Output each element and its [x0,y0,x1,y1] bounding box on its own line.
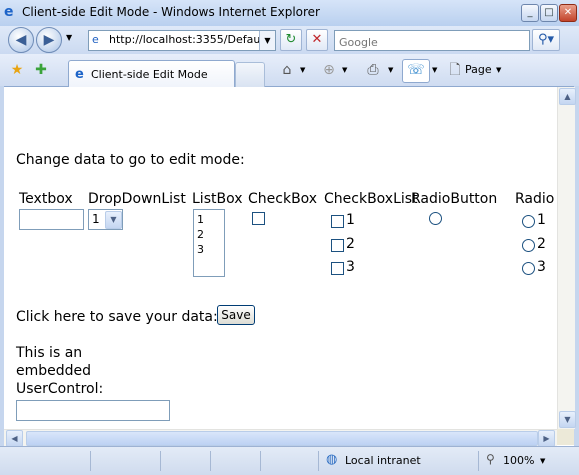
tab-client-side-edit-mode[interactable]: e Client-side Edit Mode [68,60,235,87]
dropdown-value: 1 [92,212,100,226]
ie-logo-icon: e [4,4,14,20]
refresh-button[interactable]: ↻ [280,29,302,51]
checkbox[interactable] [252,212,265,225]
radiolist-item-1-label: 1 [537,212,546,228]
connect-icon[interactable]: ☏ [402,59,430,83]
save-button[interactable]: Save [217,305,255,325]
checkboxlist-item-3-box[interactable] [331,262,344,275]
dropdownlist-select[interactable]: 1 ▼ [88,209,123,230]
checkboxlist-item-1-box[interactable] [331,215,344,228]
listbox-item[interactable]: 2 [197,227,204,242]
maximize-button[interactable]: □ [540,4,558,22]
save-prompt: Click here to save your data: [16,309,218,325]
vertical-scrollbar[interactable]: ▲ ▼ [557,87,576,429]
connect-dropdown-icon[interactable]: ▼ [432,66,437,74]
feeds-dropdown-icon[interactable]: ▼ [342,66,347,74]
radiolist-item-3-button[interactable] [522,262,535,275]
page-menu-label[interactable]: Page [465,63,492,76]
status-divider [478,451,479,471]
horizontal-scroll-thumb[interactable] [26,431,538,446]
page-dropdown-icon[interactable]: ▼ [496,66,501,74]
zoom-level[interactable]: 100% [503,454,534,467]
home-icon[interactable]: ⌂ [276,60,298,80]
tab-label: Client-side Edit Mode [91,68,208,81]
address-bar[interactable]: e http://localhost:3355/Default. ▼ [88,30,276,51]
radiolist-item-1-button[interactable] [522,215,535,228]
listbox-item[interactable]: 1 [197,212,204,227]
header-textbox: Textbox [19,191,73,207]
intranet-icon: ◍ [326,452,338,467]
forward-button[interactable]: ▶ [36,27,62,53]
status-divider [210,451,211,471]
search-button[interactable]: ⚲▾ [532,29,560,51]
header-radiobutton: RadioButton [411,191,498,207]
header-checkboxlist: CheckBoxList [324,191,418,207]
status-divider [260,451,261,471]
scroll-down-button[interactable]: ▼ [559,411,576,428]
favorites-star-icon[interactable]: ★ [6,60,28,80]
usercontrol-line-1: This is an [16,345,83,361]
scroll-right-button[interactable]: ▶ [538,430,555,447]
page-content: Change data to go to edit mode: Textbox … [4,87,557,429]
radiolist-item-2-label: 2 [537,236,546,252]
header-listbox: ListBox [192,191,243,207]
usercontrol-line-2: embedded [16,363,92,379]
page-icon[interactable]: 🗋 [444,60,466,80]
window-title: Client-side Edit Mode - Windows Internet… [22,5,320,19]
header-radio: Radio [515,191,555,207]
home-dropdown-icon[interactable]: ▼ [300,66,305,74]
status-divider [160,451,161,471]
status-divider [90,451,91,471]
command-bar: ★ ✚ e Client-side Edit Mode ⌂ ▼ ⊕ ▼ ⎙ ▼ … [0,54,579,87]
print-icon[interactable]: ⎙ [362,60,384,80]
minimize-button[interactable]: _ [521,4,539,22]
scroll-left-button[interactable]: ◀ [6,430,23,447]
usercontrol-line-3: UserControl: [16,381,104,397]
navigation-bar: ◀ ▶ ▼ e http://localhost:3355/Default. ▼… [0,26,579,54]
radiolist-item-2-button[interactable] [522,239,535,252]
listbox[interactable]: 1 2 3 [193,209,225,277]
zoom-dropdown-icon[interactable]: ▼ [540,457,545,465]
header-checkbox: CheckBox [248,191,318,207]
history-dropdown-icon[interactable]: ▼ [66,33,72,42]
radiobutton[interactable] [429,212,442,225]
feeds-icon[interactable]: ⊕ [318,60,340,80]
status-divider [318,451,319,471]
checkboxlist-item-1-label: 1 [346,212,355,228]
new-tab-button[interactable] [235,62,265,87]
scrollbar-corner [557,429,574,445]
title-bar: e Client-side Edit Mode - Windows Intern… [0,0,579,27]
address-dropdown-button[interactable]: ▼ [259,31,275,50]
listbox-item[interactable]: 3 [197,242,204,257]
page-icon: e [92,33,99,46]
scroll-up-button[interactable]: ▲ [559,88,576,105]
zoom-icon[interactable]: ⚲ [486,452,495,466]
back-button[interactable]: ◀ [8,27,34,53]
checkboxlist-item-2-label: 2 [346,236,355,252]
checkboxlist-item-2-box[interactable] [331,239,344,252]
stop-button[interactable]: ✕ [306,29,328,51]
textbox-input[interactable] [19,209,84,230]
intro-text: Change data to go to edit mode: [16,152,245,168]
security-zone: Local intranet [345,454,421,467]
horizontal-scrollbar[interactable]: ◀ ▶ [4,429,557,447]
header-dropdownlist: DropDownList [88,191,186,207]
usercontrol-input[interactable] [16,400,170,421]
dropdown-arrow-icon[interactable]: ▼ [105,211,122,229]
add-favorites-icon[interactable]: ✚ [30,60,52,80]
print-dropdown-icon[interactable]: ▼ [388,66,393,74]
search-input[interactable] [335,34,528,51]
radiolist-item-3-label: 3 [537,259,546,275]
status-bar: ◍ Local intranet ⚲ 100% ▼ [0,446,579,475]
tab-ie-icon: e [75,67,84,82]
close-button[interactable]: ✕ [559,4,577,22]
address-url[interactable]: http://localhost:3355/Default. [109,33,259,46]
search-box[interactable] [334,30,530,51]
checkboxlist-item-3-label: 3 [346,259,355,275]
